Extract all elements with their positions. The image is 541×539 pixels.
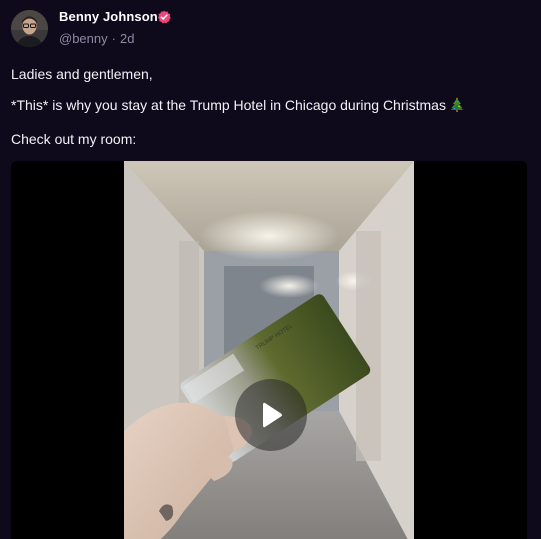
- play-button[interactable]: [235, 379, 307, 451]
- author-meta: @benny · 2d: [59, 31, 134, 46]
- verified-badge-icon: [158, 10, 171, 24]
- post-card: Benny Johnson @benny · 2d Ladies and gentl…: [0, 0, 541, 539]
- meta-separator: ·: [111, 31, 116, 46]
- post-text-line-3: Check out my room:: [11, 131, 137, 147]
- post-text-line-2-text: *This* is why you stay at the Trump Hote…: [11, 97, 446, 113]
- avatar[interactable]: [11, 10, 48, 47]
- avatar-image: [11, 10, 48, 47]
- author-name[interactable]: Benny Johnson: [59, 9, 158, 24]
- author-handle[interactable]: @benny: [59, 31, 108, 46]
- video-player[interactable]: TRUMP HOTEL: [11, 161, 527, 539]
- christmas-tree-icon: [450, 97, 464, 112]
- post-text-line-1: Ladies and gentlemen,: [11, 66, 153, 82]
- play-icon: [263, 402, 282, 428]
- post-text-line-2: *This* is why you stay at the Trump Hote…: [11, 97, 464, 113]
- video-thumbnail: TRUMP HOTEL: [124, 161, 414, 539]
- hotel-hallway-image: TRUMP HOTEL: [124, 161, 414, 539]
- post-timestamp[interactable]: 2d: [120, 31, 134, 46]
